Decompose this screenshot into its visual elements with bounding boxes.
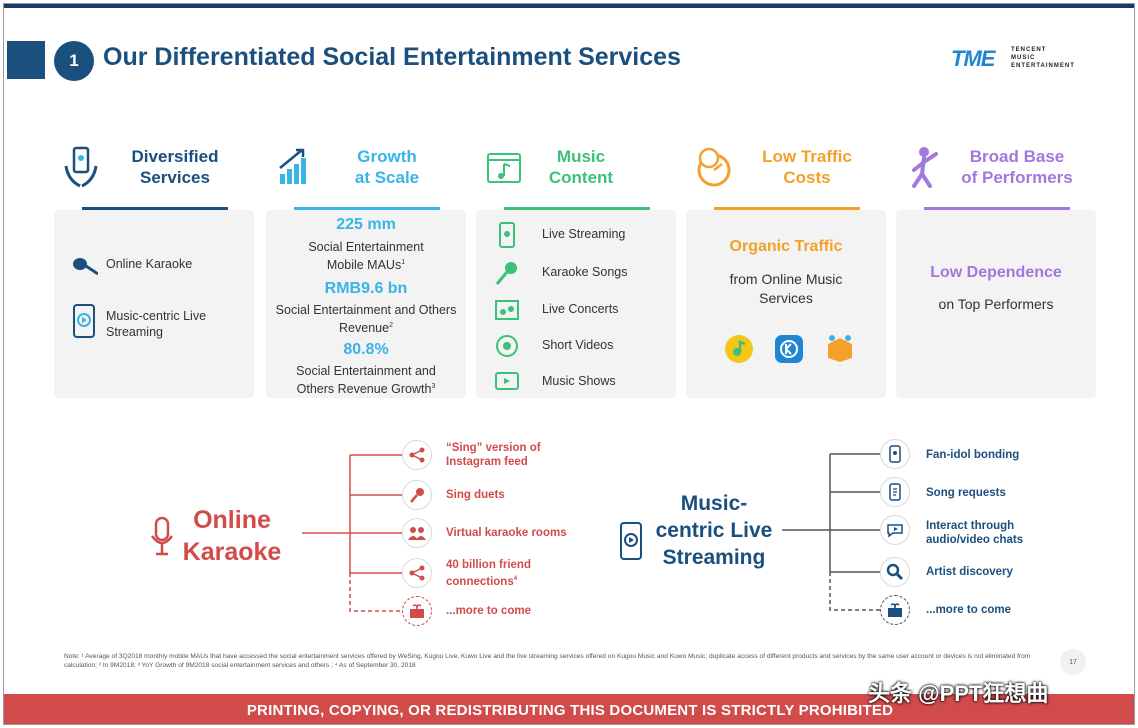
stat-value-growth: 80.8% (343, 341, 389, 358)
tme-logo: TME TENCENT MUSIC ENTERTAINMENT (951, 44, 1091, 74)
page-number: 17 (1060, 649, 1086, 675)
item-label: Music Shows (542, 374, 616, 388)
stat-value-maus: 225 mm (336, 216, 396, 233)
streaming-branch-node (880, 439, 910, 469)
item-label: Live Streaming (542, 227, 626, 241)
microphone-icon (410, 488, 424, 503)
streaming-branch-node (880, 477, 910, 507)
growth-chart-icon (279, 148, 306, 184)
list-item: Live Concerts (476, 295, 676, 325)
streaming-branch-label: Interact through audio/video chats (926, 520, 1024, 546)
list-item: Live Streaming (476, 220, 676, 250)
karaoke-branch-node (402, 558, 432, 588)
karaoke-branch-node (402, 480, 432, 510)
karaoke-branch-node (402, 440, 432, 470)
column-label: Diversified Services (131, 147, 219, 187)
video-icon (496, 335, 518, 357)
logo-text: TENCENT MUSIC ENTERTAINMENT (1011, 47, 1075, 69)
item-label: Online Karaoke (106, 257, 193, 271)
top-border (4, 4, 1134, 8)
panel-diversified: Online Karaoke Music-centric Live Streami… (54, 210, 254, 398)
traffic-headline: Organic Traffic (729, 238, 843, 255)
karaoke-branch-label: ...more to come (446, 605, 531, 617)
list-item: Online Karaoke (54, 250, 254, 280)
qq-music-icon (725, 335, 753, 363)
karaoke-tree-connectors (302, 454, 402, 612)
performers-headline: Low Dependence (930, 264, 1062, 281)
item-label: Short Videos (542, 338, 614, 352)
column-header: Diversified Services (54, 142, 254, 194)
column-header: Music Content (476, 142, 676, 194)
watermark: 头条 @PPT狂想曲 (868, 681, 1049, 706)
chat-icon (887, 524, 903, 538)
streaming-branch-label: ...more to come (926, 604, 1011, 616)
footnote: Note: ¹ Average of 3Q2018 monthly mobile… (64, 653, 1031, 669)
microphone-icon (73, 258, 98, 276)
hands-phone-icon (64, 146, 98, 188)
column-label: Low Traffic Costs (762, 147, 852, 187)
section-number-badge: 1 (54, 41, 94, 81)
list-item: Music Shows (476, 367, 676, 397)
column-label: Broad Base of Performers (961, 147, 1073, 187)
gift-icon (888, 603, 902, 617)
stat-label-growth: Social Entertainment and Others Revenue G… (296, 364, 436, 397)
search-icon (886, 563, 904, 581)
concert-icon (495, 300, 519, 320)
karaoke-branch-label: 40 billion friend connections4 (446, 559, 531, 588)
streaming-tree-connectors (782, 453, 882, 611)
streaming-branch-node (880, 595, 910, 625)
panel-broad-base: Low Dependence on Top Performers (896, 210, 1096, 398)
people-icon (408, 527, 426, 540)
share-icon (409, 447, 425, 463)
stat-label-maus: Social Entertainment Mobile MAUs1 (308, 240, 424, 273)
logo-mark: TME (951, 46, 995, 71)
item-label: Live Concerts (542, 302, 619, 316)
panel-growth: 225 mm Social Entertainment Mobile MAUs1 … (266, 210, 466, 398)
karaoke-tree-title: Online Karaoke (182, 506, 282, 566)
karaoke-branch-label: Virtual karaoke rooms (446, 527, 567, 539)
request-icon (889, 483, 901, 501)
stat-value-revenue: RMB9.6 bn (324, 280, 408, 297)
stat-label-revenue: Social Entertainment and Others Revenue2 (275, 303, 457, 336)
coin-stopwatch-icon (697, 147, 731, 187)
traffic-subtext: from Online Music Services (729, 271, 843, 306)
performer-icon (912, 147, 938, 188)
performers-subtext: on Top Performers (938, 296, 1054, 312)
column-label: Music Content (548, 147, 614, 187)
header-accent-bar (7, 41, 45, 79)
item-label: Karaoke Songs (542, 265, 628, 279)
streaming-branch-label: Artist discovery (926, 566, 1013, 578)
panel-music-content: Live Streaming Karaoke Songs Live Concer… (476, 210, 676, 398)
column-header: Low Traffic Costs (686, 142, 886, 194)
streaming-branch-label: Fan-idol bonding (926, 449, 1020, 461)
phone-icon (499, 222, 515, 248)
phone-play-icon (73, 304, 95, 338)
panel-low-traffic: Organic Traffic from Online Music Service… (686, 210, 886, 398)
slide: 1 Our Differentiated Social Entertainmen… (3, 3, 1135, 725)
phone-play-icon (620, 522, 642, 560)
column-header: Broad Base of Performers (896, 142, 1096, 194)
streaming-branch-node (880, 557, 910, 587)
phone-icon (889, 445, 901, 463)
share-icon (409, 565, 425, 581)
karaoke-branch-label: Sing duets (446, 489, 505, 501)
gift-icon (410, 604, 424, 618)
karaoke-branch-label: “Sing” version of Instagram feed (446, 442, 541, 468)
karaoke-branch-node (402, 518, 432, 548)
list-item: Music-centric Live Streaming (54, 302, 254, 346)
karaoke-branch-node (402, 596, 432, 626)
kuwo-icon (828, 335, 852, 362)
microphone-icon (495, 262, 517, 285)
streaming-branch-node (880, 515, 910, 545)
column-header: Growth at Scale (266, 142, 466, 194)
slide-title: Our Differentiated Social Entertainment … (103, 43, 681, 71)
column-label: Growth at Scale (354, 147, 420, 187)
tv-icon (495, 372, 519, 390)
streaming-tree-title: Music-centric Live Streaming (655, 492, 773, 569)
kugou-icon (775, 335, 803, 363)
streaming-branch-label: Song requests (926, 487, 1006, 499)
item-label: Music-centric Live Streaming (106, 309, 207, 339)
list-item: Short Videos (476, 331, 676, 361)
list-item: Karaoke Songs (476, 258, 676, 288)
